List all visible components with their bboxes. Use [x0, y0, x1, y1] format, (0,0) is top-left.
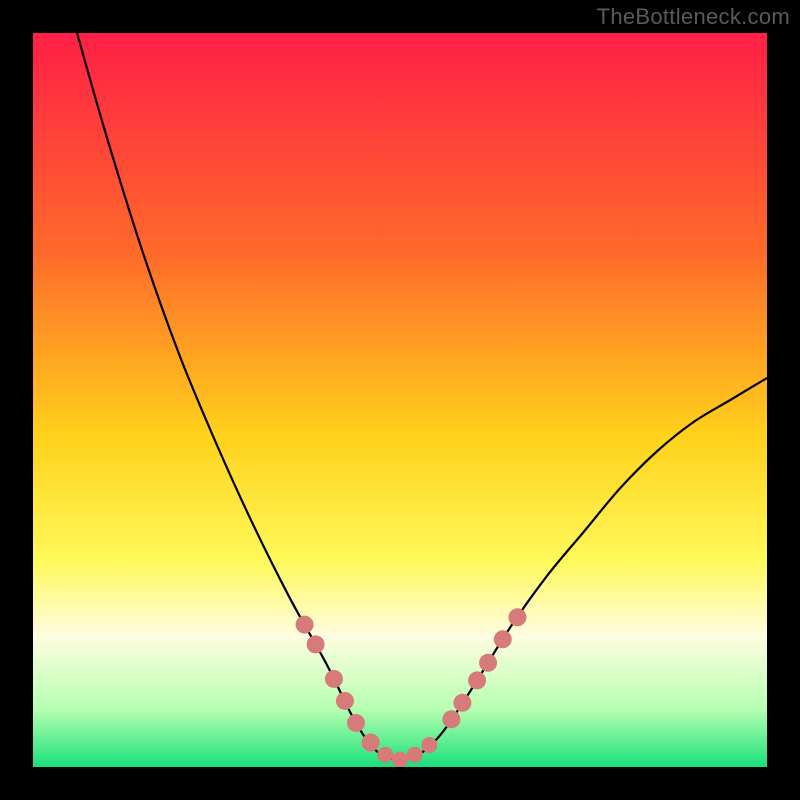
curve-marker: [494, 630, 512, 648]
curve-marker: [336, 692, 354, 710]
plot-background: [33, 33, 767, 767]
chart-stage: TheBottleneck.com: [0, 0, 800, 800]
curve-marker: [377, 747, 393, 763]
curve-marker: [296, 616, 314, 634]
curve-marker: [325, 670, 343, 688]
curve-marker: [307, 635, 325, 653]
curve-marker: [508, 608, 526, 626]
curve-marker: [407, 747, 423, 763]
watermark-text: TheBottleneck.com: [597, 4, 790, 30]
curve-marker: [442, 710, 460, 728]
bottleneck-chart: [0, 0, 800, 800]
curve-marker: [479, 654, 497, 672]
curve-marker: [347, 714, 365, 732]
curve-marker: [453, 694, 471, 712]
curve-marker: [362, 734, 380, 752]
curve-marker: [421, 737, 437, 753]
curve-marker: [468, 671, 486, 689]
curve-marker: [392, 752, 408, 768]
